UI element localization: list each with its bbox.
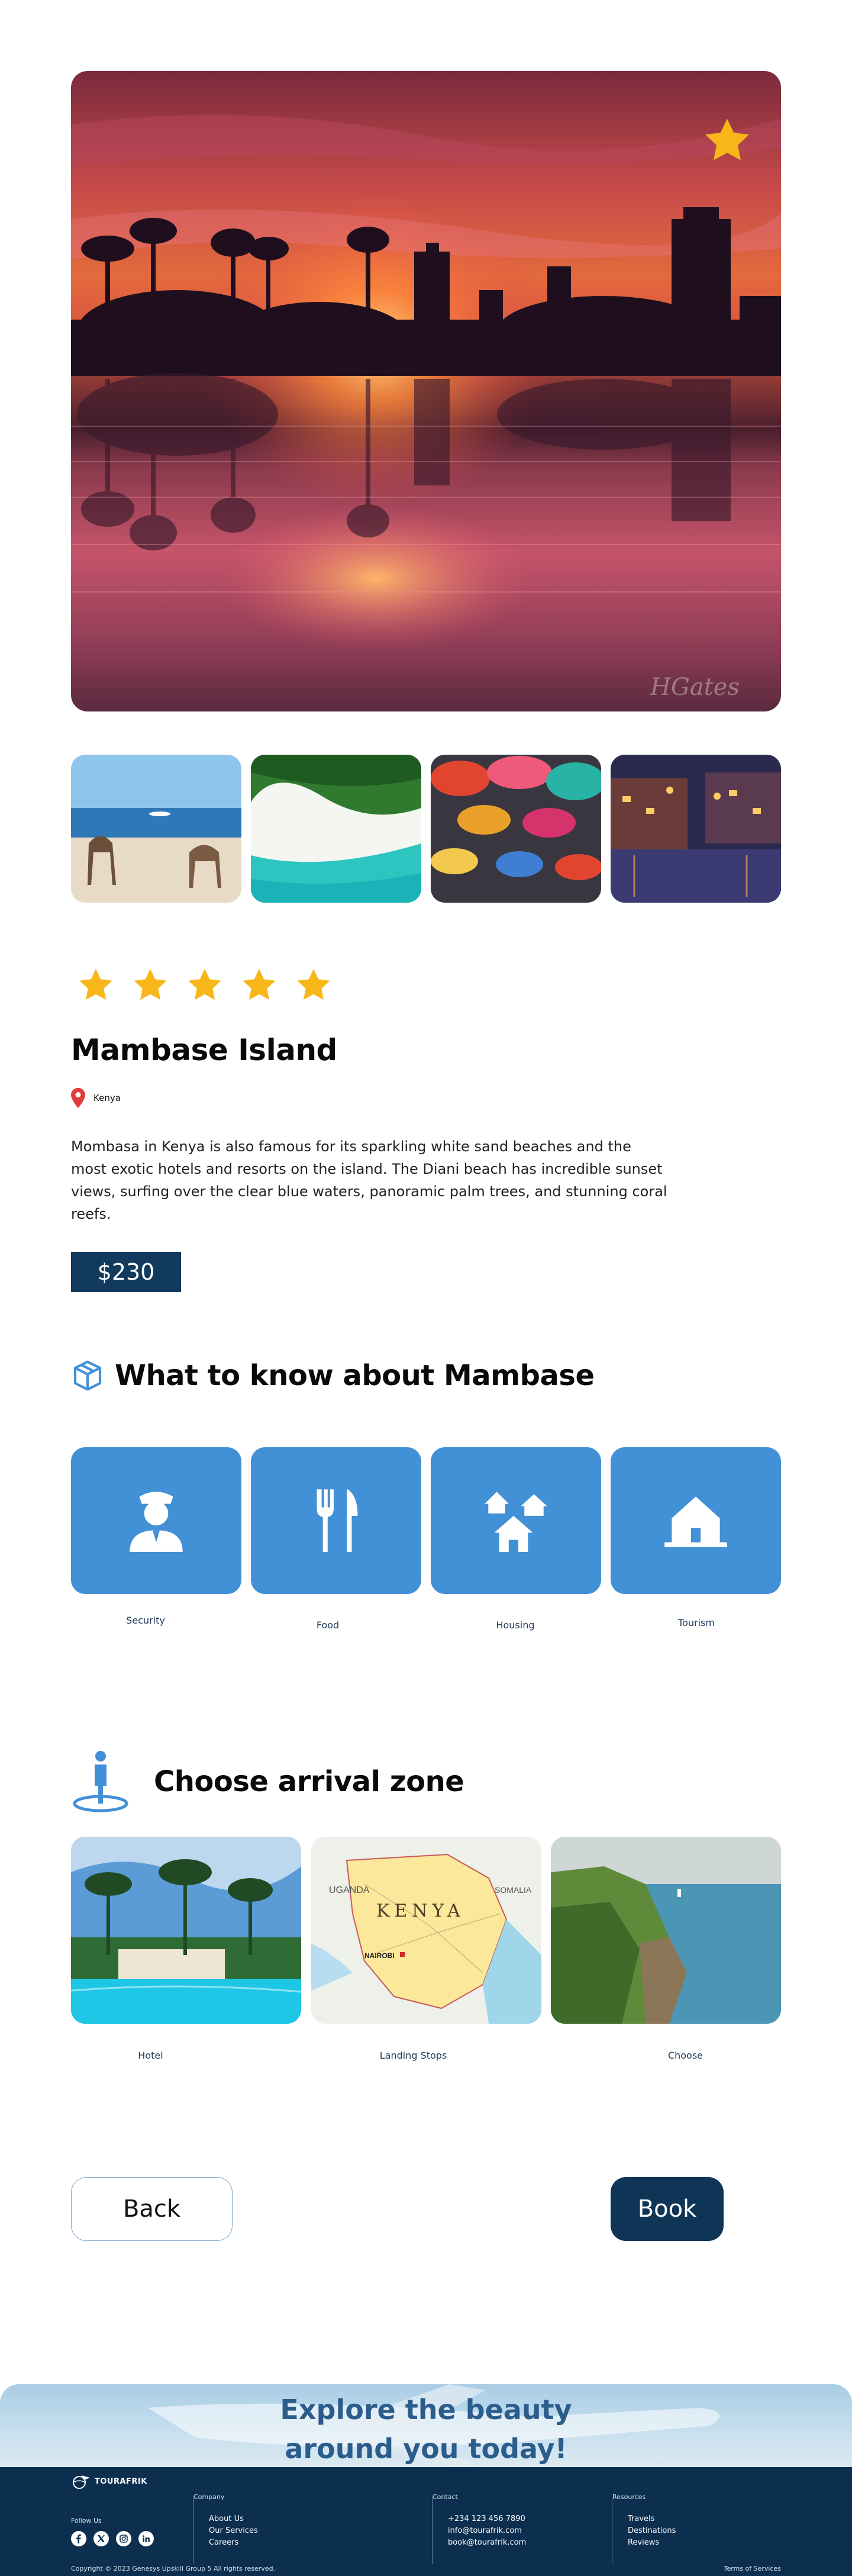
home-icon: [664, 1496, 727, 1547]
thumbnail-canal-night[interactable]: [611, 755, 781, 903]
footer-column-company: Company About Us Our Services Careers: [193, 2493, 258, 2564]
book-button[interactable]: Book: [611, 2177, 724, 2241]
box-icon: [73, 1360, 102, 1391]
photo-watermark: HGates: [650, 674, 740, 701]
footer-link-travels[interactable]: Travels: [628, 2513, 676, 2525]
destination-location: Kenya: [71, 1088, 121, 1108]
footer-contact-info-email[interactable]: info@tourafrik.com: [448, 2525, 526, 2537]
arrival-section-header: Choose arrival zone: [71, 1749, 464, 1814]
hero-image: HGates: [71, 71, 781, 711]
favorite-star-icon[interactable]: [702, 115, 753, 166]
follow-us-label: Follow Us: [71, 2517, 102, 2525]
footer-column-title: Company: [193, 2493, 225, 2501]
thumbnail-camels-beach[interactable]: [71, 755, 241, 903]
footer-column-contact: Contact +234 123 456 7890 info@tourafrik…: [432, 2493, 526, 2564]
banner-heading: Explore the beauty around you today!: [0, 2390, 852, 2467]
back-button[interactable]: Back: [71, 2177, 233, 2241]
footer-link-about-us[interactable]: About Us: [209, 2513, 258, 2525]
price-tag[interactable]: $230: [71, 1252, 181, 1292]
hero-photo: [71, 71, 781, 711]
footer-contact-phone[interactable]: +234 123 456 7890: [448, 2513, 526, 2525]
know-label-food: Food: [316, 1619, 340, 1631]
banner-line-2: around you today!: [285, 2433, 567, 2465]
star-icon: [134, 968, 167, 1000]
zone-label-hotel: Hotel: [138, 2050, 163, 2061]
fork-knife-icon: [317, 1489, 358, 1552]
know-card-food[interactable]: [251, 1447, 421, 1594]
explore-banner: Explore the beauty around you today!: [0, 2384, 852, 2467]
thumbnail-lanterns[interactable]: [431, 755, 601, 903]
person-pin-icon: [73, 1751, 128, 1812]
know-label-tourism: Tourism: [678, 1617, 715, 1628]
zone-landing-stops-map[interactable]: UGANDA SOMALIA KENYA NAIROBI: [311, 1837, 541, 2024]
gallery-thumbnails: [71, 755, 781, 903]
zone-label-choose: Choose: [667, 2050, 703, 2061]
footer-brand: TOURAFRIK: [95, 2477, 147, 2486]
social-links: [71, 2531, 154, 2546]
banner-line-1: Explore the beauty: [280, 2394, 572, 2426]
copyright-text: Copyright © 2023 Genesys Upskill Group 5…: [71, 2565, 276, 2572]
know-label-housing: Housing: [496, 1619, 535, 1631]
destination-title: Mambase Island: [71, 1033, 337, 1067]
star-icon: [297, 968, 330, 1000]
arrival-zones: UGANDA SOMALIA KENYA NAIROBI: [71, 1837, 781, 2024]
guard-icon: [130, 1492, 183, 1552]
footer-contact-book-email[interactable]: book@tourafrik.com: [448, 2537, 526, 2549]
footer: TOURAFRIK Follow Us Company About Us Our…: [0, 2467, 852, 2576]
thumbnail-white-beach[interactable]: [251, 755, 421, 903]
facebook-icon[interactable]: [71, 2531, 86, 2546]
map-label-uganda: UGANDA: [329, 1885, 370, 1895]
houses-icon: [485, 1492, 547, 1552]
know-section-header: What to know about Mambase: [71, 1359, 595, 1392]
linkedin-icon[interactable]: [138, 2531, 154, 2546]
footer-link-our-services[interactable]: Our Services: [209, 2525, 258, 2537]
footer-column-title: Contact: [433, 2493, 458, 2501]
star-icon: [243, 968, 276, 1000]
footer-column-resources: Resources Travels Destinations Reviews: [612, 2493, 676, 2564]
rating-stars: [77, 966, 333, 1004]
destination-description: Mombasa in Kenya is also famous for its …: [71, 1138, 667, 1222]
arrival-section-title: Choose arrival zone: [154, 1765, 464, 1798]
map-label-somalia: SOMALIA: [495, 1885, 532, 1895]
know-section-title: What to know about Mambase: [115, 1359, 595, 1392]
location-pin-icon: [71, 1088, 85, 1108]
zone-choose-coast[interactable]: [551, 1837, 781, 2024]
star-icon: [188, 968, 221, 1000]
location-label: Kenya: [93, 1093, 121, 1103]
map-label-nairobi: NAIROBI: [364, 1952, 395, 1960]
x-icon[interactable]: [93, 2531, 109, 2546]
know-card-tourism[interactable]: [611, 1447, 781, 1594]
footer-logo[interactable]: TOURAFRIK: [71, 2473, 147, 2490]
know-card-housing[interactable]: [431, 1447, 601, 1594]
terms-link[interactable]: Terms of Services: [724, 2565, 781, 2572]
star-icon: [79, 968, 112, 1000]
footer-link-reviews[interactable]: Reviews: [628, 2537, 676, 2549]
map-label-kenya: KENYA: [376, 1901, 465, 1921]
globe-plane-icon: [73, 2475, 90, 2489]
footer-column-title: Resources: [612, 2493, 646, 2501]
footer-link-destinations[interactable]: Destinations: [628, 2525, 676, 2537]
instagram-icon[interactable]: [116, 2531, 131, 2546]
know-label-security: Security: [126, 1615, 165, 1626]
know-card-security[interactable]: [71, 1447, 241, 1594]
zone-hotel[interactable]: [71, 1837, 301, 2024]
zone-label-landing-stops: Landing Stops: [379, 2050, 447, 2061]
footer-link-careers[interactable]: Careers: [209, 2537, 258, 2549]
know-cards: [71, 1447, 781, 1594]
